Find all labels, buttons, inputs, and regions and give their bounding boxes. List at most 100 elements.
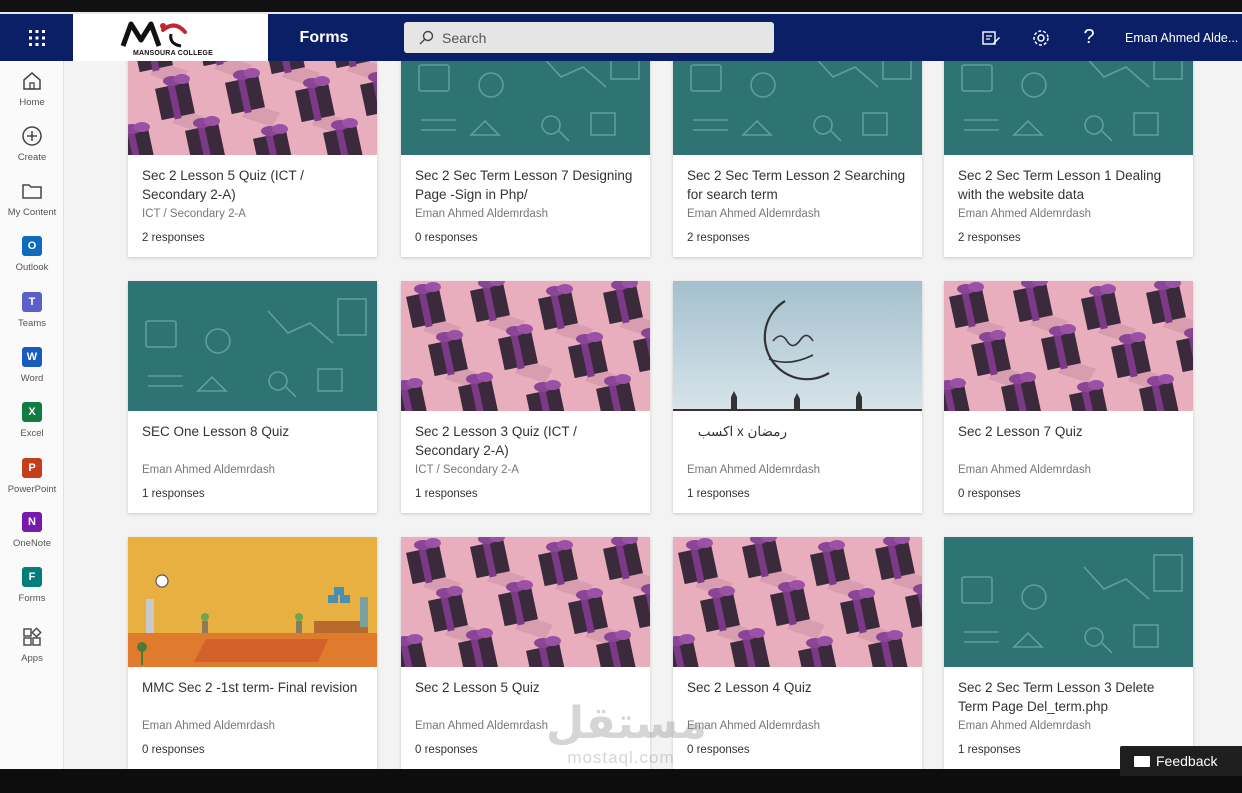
- form-card-responses: 0 responses: [415, 232, 478, 244]
- form-card[interactable]: Sec 2 Lesson 3 Quiz (ICT / Secondary 2-A…: [401, 281, 650, 513]
- form-thumbnail-image: [944, 281, 1193, 411]
- plus-circle-icon: [20, 124, 44, 148]
- form-card-subtitle: Eman Ahmed Aldemrdash: [142, 464, 275, 476]
- form-card-responses: 2 responses: [687, 232, 750, 244]
- teams-icon: T: [20, 290, 44, 314]
- form-card[interactable]: Sec 2 Lesson 4 Quiz Eman Ahmed Aldemrdash…: [673, 537, 922, 769]
- form-card[interactable]: Sec 2 Sec Term Lesson 7 Designing Page -…: [401, 61, 650, 257]
- feedback-button[interactable]: Feedback: [1120, 746, 1242, 776]
- form-card-subtitle: Eman Ahmed Aldemrdash: [415, 208, 548, 220]
- rail-item-label: Word: [20, 373, 44, 384]
- forms-icon: F: [20, 565, 44, 589]
- form-card-responses: 1 responses: [415, 488, 478, 500]
- settings-gear-icon[interactable]: [1021, 14, 1061, 61]
- window-bottom-strip: [0, 769, 1242, 793]
- form-thumbnail-image: [673, 537, 922, 667]
- form-thumbnail-image: [944, 537, 1193, 667]
- form-card[interactable]: MMC Sec 2 -1st term- Final revision Eman …: [128, 537, 377, 769]
- folder-icon: [20, 179, 44, 203]
- form-card-title: Sec 2 Lesson 5 Quiz: [415, 680, 540, 695]
- onenote-icon: N: [20, 510, 44, 534]
- form-thumbnail-image: [401, 61, 650, 155]
- help-question-icon[interactable]: ?: [1069, 14, 1109, 61]
- form-card[interactable]: رمضان x اكسب Eman Ahmed Aldemrdash 1 respo…: [673, 281, 922, 513]
- form-card[interactable]: Sec 2 Lesson 5 Quiz (ICT / Secondary 2-A…: [128, 61, 377, 257]
- form-card-title: Sec 2 Lesson 5 Quiz (ICT / Secondary 2-A…: [142, 168, 304, 202]
- form-card-title: SEC One Lesson 8 Quiz: [142, 424, 290, 439]
- feedback-label: Feedback: [1156, 753, 1218, 769]
- organization-logo[interactable]: MANSOURA COLLEGE: [73, 14, 268, 61]
- apps-icon: [20, 625, 44, 649]
- rail-item-label: Home: [19, 97, 45, 108]
- search-input[interactable]: [442, 29, 752, 46]
- form-card-subtitle: Eman Ahmed Aldemrdash: [958, 464, 1091, 476]
- form-card[interactable]: Sec 2 Lesson 5 Quiz Eman Ahmed Aldemrdash…: [401, 537, 650, 769]
- app-name[interactable]: Forms: [268, 14, 380, 61]
- outlook-icon: O: [20, 234, 44, 258]
- form-card-responses: 0 responses: [415, 744, 478, 756]
- form-card-title: رمضان x اكسب: [697, 424, 787, 439]
- form-card-title: Sec 2 Sec Term Lesson 1 Dealing with the…: [958, 168, 1162, 202]
- search-box[interactable]: [404, 22, 774, 53]
- form-card[interactable]: Sec 2 Lesson 7 Quiz Eman Ahmed Aldemrdash…: [944, 281, 1193, 513]
- rail-item-home[interactable]: Home: [0, 69, 64, 119]
- rail-item-label: Outlook: [15, 262, 49, 273]
- rail-item-outlook[interactable]: O Outlook: [0, 234, 64, 284]
- form-card-subtitle: ICT / Secondary 2-A: [415, 464, 519, 476]
- rail-item-label: Teams: [18, 318, 46, 329]
- feedback-icon: [1134, 755, 1150, 767]
- edit-notes-icon[interactable]: [971, 14, 1011, 61]
- form-card-title: Sec 2 Lesson 4 Quiz: [687, 680, 812, 695]
- rail-item-label: OneNote: [12, 538, 52, 549]
- form-card[interactable]: Sec 2 Sec Term Lesson 2 Searching for se…: [673, 61, 922, 257]
- form-card-responses: 0 responses: [958, 488, 1021, 500]
- rail-item-teams[interactable]: T Teams: [0, 290, 64, 340]
- logo-text: MANSOURA COLLEGE: [133, 50, 213, 57]
- rail-item-onenote[interactable]: N OneNote: [0, 510, 64, 560]
- form-card-subtitle: Eman Ahmed Aldemrdash: [687, 464, 820, 476]
- rail-item-word[interactable]: W Word: [0, 345, 64, 395]
- rail-item-powerpoint[interactable]: P PowerPoint: [0, 456, 64, 506]
- form-thumbnail-image: [128, 537, 377, 667]
- rail-item-label: Apps: [21, 653, 43, 664]
- form-card-responses: 1 responses: [958, 744, 1021, 756]
- rail-item-label: PowerPoint: [7, 484, 57, 495]
- form-card-responses: 1 responses: [142, 488, 205, 500]
- left-app-rail: Home Create My Content O Outlook T Teams W Word X…: [0, 61, 64, 769]
- form-card-title: Sec 2 Sec Term Lesson 3 Delete Term Page…: [958, 680, 1155, 714]
- forms-app-window: MANSOURA COLLEGE Forms ? Eman Ahmed Alde…: [0, 0, 1242, 793]
- user-account-name[interactable]: Eman Ahmed Alde...: [1125, 14, 1242, 61]
- window-top-strip: [0, 0, 1242, 14]
- form-card[interactable]: SEC One Lesson 8 Quiz Eman Ahmed Aldemrda…: [128, 281, 377, 513]
- form-thumbnail-image: [128, 61, 377, 155]
- form-card-responses: 2 responses: [142, 232, 205, 244]
- excel-icon: X: [20, 400, 44, 424]
- form-card-responses: 0 responses: [687, 744, 750, 756]
- rail-item-excel[interactable]: X Excel: [0, 400, 64, 450]
- powerpoint-icon: P: [20, 456, 44, 480]
- form-thumbnail-image: [401, 281, 650, 411]
- search-icon: [419, 30, 434, 44]
- rail-item-apps[interactable]: Apps: [0, 625, 64, 675]
- form-card-title: MMC Sec 2 -1st term- Final revision: [142, 680, 358, 695]
- form-thumbnail-image: [401, 537, 650, 667]
- rail-item-forms[interactable]: F Forms: [0, 565, 64, 615]
- form-card[interactable]: Sec 2 Sec Term Lesson 1 Dealing with the…: [944, 61, 1193, 257]
- app-launcher-waffle-icon[interactable]: [0, 14, 73, 61]
- form-card-subtitle: Eman Ahmed Aldemrdash: [958, 208, 1091, 220]
- form-thumbnail-image: [673, 281, 922, 411]
- forms-grid: Sec 2 Lesson 5 Quiz (ICT / Secondary 2-A…: [64, 61, 1242, 769]
- form-card-title: Sec 2 Lesson 7 Quiz: [958, 424, 1083, 439]
- form-card-subtitle: Eman Ahmed Aldemrdash: [687, 720, 820, 732]
- rail-item-create[interactable]: Create: [0, 124, 64, 174]
- form-card-subtitle: Eman Ahmed Aldemrdash: [958, 720, 1091, 732]
- form-card-title: Sec 2 Lesson 3 Quiz (ICT / Secondary 2-A…: [415, 424, 577, 458]
- form-card[interactable]: Sec 2 Sec Term Lesson 3 Delete Term Page…: [944, 537, 1193, 769]
- home-icon: [20, 69, 44, 93]
- form-card-responses: 1 responses: [687, 488, 750, 500]
- rail-item-label: Forms: [18, 593, 46, 604]
- form-thumbnail-image: [944, 61, 1193, 155]
- form-card-subtitle: Eman Ahmed Aldemrdash: [687, 208, 820, 220]
- rail-item-my-content[interactable]: My Content: [0, 179, 64, 229]
- form-card-subtitle: ICT / Secondary 2-A: [142, 208, 246, 220]
